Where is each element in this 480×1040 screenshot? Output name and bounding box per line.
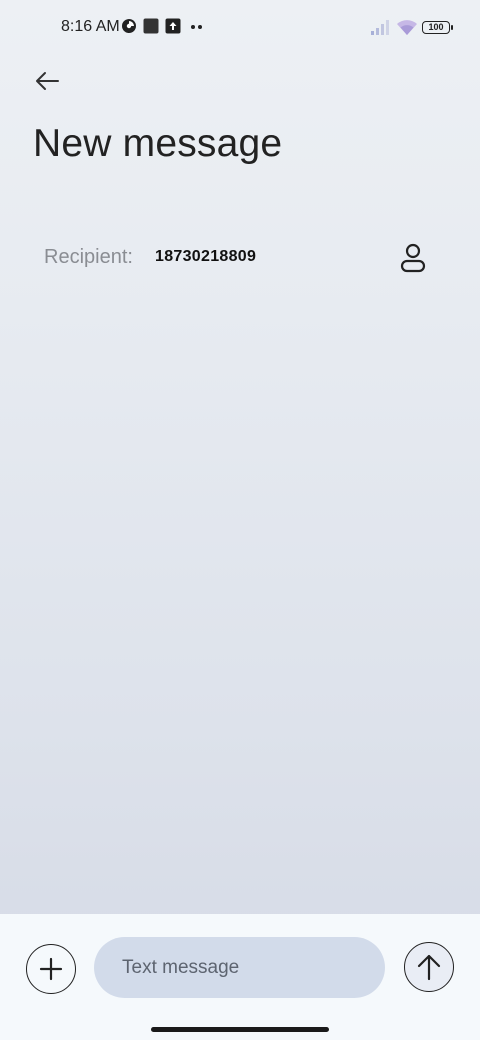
upload-icon	[165, 18, 181, 34]
page-title: New message	[33, 122, 283, 165]
more-dots-icon	[191, 25, 202, 29]
arrow-up-icon	[417, 954, 441, 981]
recipient-value[interactable]: 18730218809	[155, 248, 256, 266]
home-indicator[interactable]	[151, 1027, 329, 1032]
back-button[interactable]	[28, 62, 66, 100]
plus-icon	[39, 957, 63, 981]
square-app-icon	[143, 18, 159, 34]
status-bar: 8:16 AM 100	[0, 0, 480, 56]
battery-icon: 100	[422, 21, 453, 34]
add-attachment-button[interactable]	[26, 944, 76, 994]
send-button[interactable]	[404, 942, 454, 992]
recipient-row: Recipient: 18730218809	[44, 240, 434, 280]
back-arrow-icon	[36, 72, 59, 90]
data-saver-icon	[122, 19, 136, 33]
message-input[interactable]	[94, 937, 385, 998]
recipient-label: Recipient:	[44, 246, 133, 268]
status-time: 8:16 AM	[61, 18, 120, 35]
person-icon	[400, 243, 426, 273]
signal-icon	[371, 20, 389, 35]
wifi-icon	[397, 20, 417, 35]
contact-picker-button[interactable]	[398, 242, 428, 274]
battery-level: 100	[428, 22, 444, 32]
